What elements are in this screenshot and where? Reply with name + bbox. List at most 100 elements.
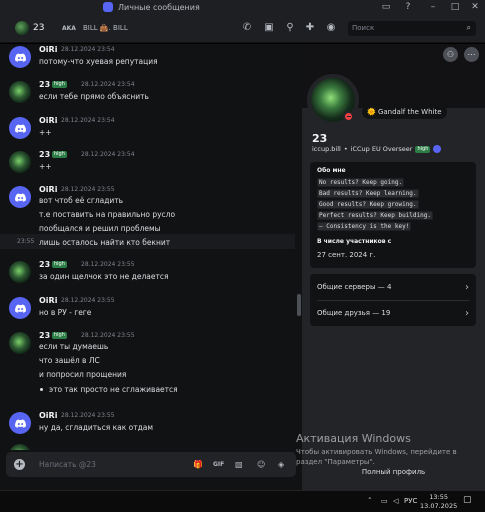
message-text: лишь осталось найти кто бекнит xyxy=(39,238,171,247)
taskbar-clock[interactable]: 13:55 13.07.2025 xyxy=(420,493,457,511)
message-text: ++ xyxy=(39,128,52,137)
message-author[interactable]: 23 xyxy=(39,260,50,269)
about-line: — Consistency is the key! xyxy=(317,222,412,231)
clock-time: 13:55 xyxy=(429,493,448,501)
message-list-item: это так просто не сглаживается xyxy=(49,385,178,394)
avatar[interactable] xyxy=(9,81,31,103)
phone-icon[interactable]: ✆ xyxy=(241,22,253,34)
message-author[interactable]: OiRi xyxy=(39,185,57,194)
avatar[interactable] xyxy=(9,297,31,319)
full-profile-link[interactable]: Полный профиль xyxy=(302,468,485,476)
message-text: и попросил прощения xyxy=(39,370,127,379)
role-badge: high xyxy=(415,145,431,153)
mutual-friends-row[interactable]: Общие друзья — 19 › xyxy=(317,300,469,326)
role-badge: high xyxy=(52,332,67,339)
message-text: если ты думаешь xyxy=(39,342,109,351)
profile-panel: ⚇ ⋯ 🌞 Gandalf the White 23 iccup.bill • … xyxy=(302,44,485,490)
message-text: т.е поставить на правильно русло xyxy=(39,210,176,219)
message-timestamp: 28.12.2024 23:54 xyxy=(81,81,135,88)
avatar[interactable] xyxy=(9,412,31,434)
avatar[interactable] xyxy=(15,21,29,35)
message-timestamp: 28.12.2024 23:55 xyxy=(61,297,115,304)
network-icon[interactable]: ▭ xyxy=(381,497,388,505)
avatar[interactable] xyxy=(9,186,31,208)
notification-icon[interactable]: ▢ xyxy=(463,495,472,505)
window-titlebar: Личные сообщения ▭ ? – □ ✕ xyxy=(0,0,485,14)
message-text: ++ xyxy=(39,162,52,171)
gift-icon[interactable]: 🎁 xyxy=(193,460,203,469)
language-indicator[interactable]: РУС xyxy=(404,497,417,505)
profile-name: 23 xyxy=(312,132,328,145)
message-text: вот чтоб её сгладить xyxy=(39,196,124,205)
search-placeholder: Поиск xyxy=(352,24,375,32)
emoji-icon[interactable]: ☺ xyxy=(257,460,265,469)
close-button[interactable]: ✕ xyxy=(462,0,485,14)
chevron-right-icon: › xyxy=(465,281,469,293)
message-author[interactable]: OiRi xyxy=(39,116,57,125)
about-title: Обо мне xyxy=(317,167,346,174)
profile-toggle-icon[interactable]: ◉ xyxy=(325,22,337,34)
member-since-title: В числе участников с xyxy=(317,238,392,245)
avatar[interactable] xyxy=(9,332,31,354)
gif-icon[interactable]: GIF xyxy=(213,461,224,468)
dnd-status-icon xyxy=(343,111,354,122)
role-badge: high xyxy=(52,151,67,158)
message-input[interactable] xyxy=(39,458,189,471)
message-author[interactable]: 23 xyxy=(39,331,50,340)
window-title: Личные сообщения xyxy=(118,2,200,12)
mutual-card: Общие серверы — 4 › Общие друзья — 19 › xyxy=(310,274,476,326)
add-attachment-button[interactable]: + xyxy=(14,459,25,470)
help-icon[interactable]: ? xyxy=(395,0,421,14)
add-friend-button[interactable]: ⚇ xyxy=(443,47,458,62)
gamepad-icon[interactable]: ◈ xyxy=(278,460,284,469)
more-options-button[interactable]: ⋯ xyxy=(464,47,479,62)
message-timestamp: 28.12.2024 23:55 xyxy=(61,186,115,193)
taskbar: ˄ ▭ ◁ РУС 13:55 13.07.2025 ▢ xyxy=(0,490,485,512)
profile-username: iccup.bill xyxy=(312,145,341,153)
add-friend-icon[interactable]: ✚ xyxy=(304,22,316,34)
video-icon[interactable]: ▣ xyxy=(263,22,275,34)
mutual-servers-row[interactable]: Общие серверы — 4 › xyxy=(317,274,469,300)
dm-recipient-name[interactable]: 23 xyxy=(33,23,44,33)
message-author[interactable]: OiRi xyxy=(39,45,57,54)
role-badge: high xyxy=(52,81,67,88)
message-author[interactable]: OiRi xyxy=(39,411,57,420)
custom-status: 🌞 Gandalf the White xyxy=(362,105,447,119)
volume-icon[interactable]: ◁ xyxy=(393,497,398,505)
dm-recipient-nickname: BILL 👜. BILL xyxy=(83,24,128,32)
chevron-right-icon: › xyxy=(465,307,469,319)
message-composer: + 🎁 GIF ▧ ☺ ◈ xyxy=(6,452,296,477)
sticker-icon[interactable]: ▧ xyxy=(235,460,243,469)
message-timestamp: 28.12.2024 23:54 xyxy=(81,151,135,158)
clock-date: 13.07.2025 xyxy=(420,502,458,510)
avatar[interactable] xyxy=(9,117,31,139)
message-text: ну да, сгладиться как отдам xyxy=(39,423,154,432)
chevron-up-icon[interactable]: ˄ xyxy=(368,497,372,505)
profile-pronouns: iCCup EU Overseer xyxy=(350,145,413,153)
list-bullet xyxy=(40,388,43,391)
activation-watermark-text: Чтобы активировать Windows, перейдите в … xyxy=(296,448,457,466)
aka-label: AKA xyxy=(62,25,76,32)
avatar[interactable] xyxy=(9,261,31,283)
message-timestamp: 28.12.2024 23:55 xyxy=(61,412,115,419)
profile-subtitle-row: iccup.bill • iCCup EU Overseer high xyxy=(312,145,442,153)
about-line: Good results? Keep growing. xyxy=(317,200,419,209)
mutual-friends-label: Общие друзья — 19 xyxy=(317,309,391,317)
chat-scrollbar[interactable] xyxy=(297,294,301,316)
message-text: за один щелчок это не делается xyxy=(39,272,169,281)
avatar[interactable] xyxy=(9,46,31,68)
message-author[interactable]: 23 xyxy=(39,80,50,89)
message-timestamp: 28.12.2024 23:54 xyxy=(61,117,115,124)
member-since-date: 27 сент. 2024 г. xyxy=(317,251,376,259)
pin-icon[interactable]: ⚲ xyxy=(284,22,296,34)
hypesquad-icon[interactable] xyxy=(433,145,442,153)
message-author[interactable]: OiRi xyxy=(39,296,57,305)
composer-area: + 🎁 GIF ▧ ☺ ◈ xyxy=(0,450,302,490)
message-text: потому-что хуевая репутация xyxy=(39,57,158,66)
search-icon: ⌕ xyxy=(466,23,471,32)
avatar[interactable] xyxy=(9,151,31,173)
message-list[interactable]: 23:55 OiRi 28.12.2024 23:54 потому-что х… xyxy=(0,44,302,450)
search-input[interactable]: Поиск ⌕ xyxy=(348,21,476,36)
message-author[interactable]: 23 xyxy=(39,150,50,159)
about-line: No results? Keep going. xyxy=(317,178,405,187)
